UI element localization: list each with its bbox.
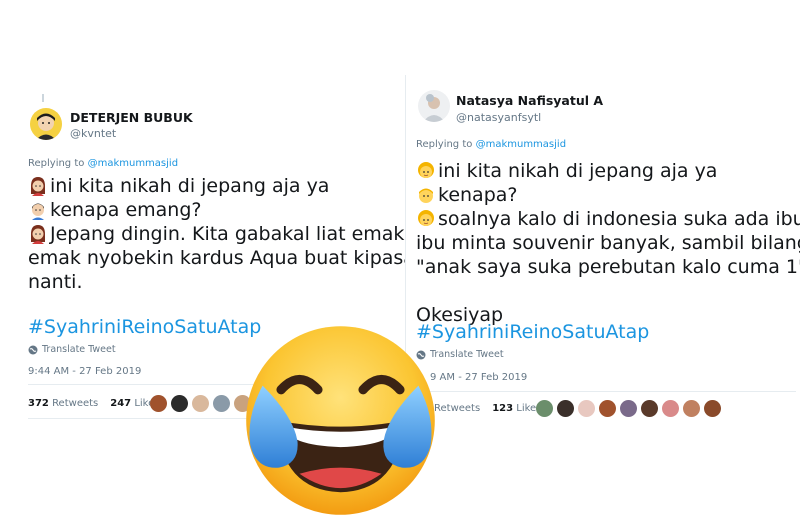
liker-avatar[interactable]	[662, 400, 679, 417]
woman-icon	[31, 177, 45, 196]
replying-to-prefix: Replying to	[416, 139, 473, 150]
liker-avatar[interactable]	[171, 395, 188, 412]
replying-to-prefix: Replying to	[28, 158, 85, 169]
liker-avatar[interactable]	[641, 400, 658, 417]
tweet-line: Jepang dingin. Kita gabakal liat emak	[28, 222, 427, 246]
tweet-line: "anak saya suka perebutan kalo cuma 1"	[416, 255, 800, 279]
tweet-line-text: kenapa emang?	[50, 199, 202, 221]
user-handle[interactable]: @natasyanfsytl	[456, 111, 541, 124]
tweet-stats: 372 Retweets 247 Likes	[28, 398, 159, 409]
avatar-cartoon-icon	[30, 108, 62, 140]
tweet-line-text: Jepang dingin. Kita gabakal liat emak	[50, 223, 405, 245]
tweet-line-text: "anak saya suka perebutan kalo cuma 1"	[416, 256, 800, 278]
liker-avatar[interactable]	[599, 400, 616, 417]
tweet-line	[416, 279, 800, 303]
thread-line	[42, 94, 44, 102]
tweet-line: nanti.	[28, 270, 427, 294]
woman-icon	[31, 225, 45, 244]
tweet-line-text: kenapa?	[438, 184, 518, 206]
hashtag-link[interactable]: #SyahriniReinoSatuAtap	[28, 316, 261, 338]
tweet-timestamp[interactable]: 9 AM - 27 Feb 2019	[430, 372, 527, 383]
replying-to: Replying to @makmummasjid	[416, 139, 566, 150]
mention-link[interactable]: @makmummasjid	[476, 139, 566, 150]
woman-icon	[418, 210, 434, 226]
tweet-stats: Retweets 123 Likes	[434, 403, 541, 414]
tweet-line-text: ini kita nikah di jepang aja ya	[50, 175, 330, 197]
retweets-count: 372	[28, 398, 49, 409]
tweet-line-text: nanti.	[28, 271, 83, 293]
hashtag-link[interactable]: #SyahriniReinoSatuAtap	[416, 321, 649, 343]
tweet-line: ini kita nikah di jepang aja ya	[416, 159, 800, 183]
tweet-line: kenapa emang?	[28, 198, 427, 222]
tweet-card-right: Natasya Nafisyatul A @natasyanfsytl Repl…	[405, 75, 800, 427]
liker-avatar[interactable]	[213, 395, 230, 412]
liker-avatar[interactable]	[150, 395, 167, 412]
divider	[416, 391, 796, 392]
tweet-line-text: soalnya kalo di indonesia suka ada ibu-	[438, 208, 800, 230]
likes-count: 247	[110, 398, 132, 409]
tweet-body: ini kita nikah di jepang aja ya kenapa em…	[28, 174, 427, 294]
avatar[interactable]	[30, 108, 62, 140]
display-name[interactable]: Natasya Nafisyatul A	[456, 93, 603, 108]
likes-stat[interactable]: 123 Likes	[492, 403, 541, 414]
liker-avatar[interactable]	[536, 400, 553, 417]
avatar-photo-icon	[418, 90, 450, 122]
replying-to: Replying to @makmummasjid	[28, 158, 178, 169]
tweet-line-text: ibu minta souvenir banyak, sambil bilang	[416, 232, 800, 254]
liker-avatar[interactable]	[704, 400, 721, 417]
liker-avatar[interactable]	[557, 400, 574, 417]
retweets-label: Retweets	[52, 398, 99, 409]
liker-avatar[interactable]	[578, 400, 595, 417]
translate-label: Translate Tweet	[42, 344, 116, 355]
user-handle[interactable]: @kvntet	[70, 127, 116, 140]
tweet-line: kenapa?	[416, 183, 800, 207]
tweet-line-text: emak nyobekin kardus Aqua buat kipasan	[28, 247, 427, 269]
tweet-line: ini kita nikah di jepang aja ya	[28, 174, 427, 198]
globe-icon	[28, 345, 38, 354]
man-icon	[419, 188, 433, 203]
translate-tweet-link[interactable]: Translate Tweet	[28, 344, 116, 355]
liker-avatar[interactable]	[683, 400, 700, 417]
retweets-stat[interactable]: 372 Retweets	[28, 398, 98, 409]
tweet-line: soalnya kalo di indonesia suka ada ibu-	[416, 207, 800, 231]
tweet-timestamp[interactable]: 9:44 AM - 27 Feb 2019	[28, 366, 141, 377]
face-with-tears-of-joy-icon	[246, 326, 435, 515]
tweet-line: emak nyobekin kardus Aqua buat kipasan	[28, 246, 427, 270]
display-name[interactable]: DETERJEN BUBUK	[70, 110, 193, 125]
likes-count: 123	[492, 403, 514, 414]
tweet-line-text: ini kita nikah di jepang aja ya	[438, 160, 718, 182]
mention-link[interactable]: @makmummasjid	[88, 158, 178, 169]
avatar[interactable]	[418, 90, 450, 122]
man-icon	[32, 203, 44, 220]
woman-icon	[418, 162, 434, 178]
tweet-body: ini kita nikah di jepang aja ya kenapa? so…	[416, 159, 800, 327]
tweet-line: ibu minta souvenir banyak, sambil bilang	[416, 231, 800, 255]
liker-avatar[interactable]	[192, 395, 209, 412]
likers-avatars	[536, 400, 721, 417]
liker-avatar[interactable]	[620, 400, 637, 417]
